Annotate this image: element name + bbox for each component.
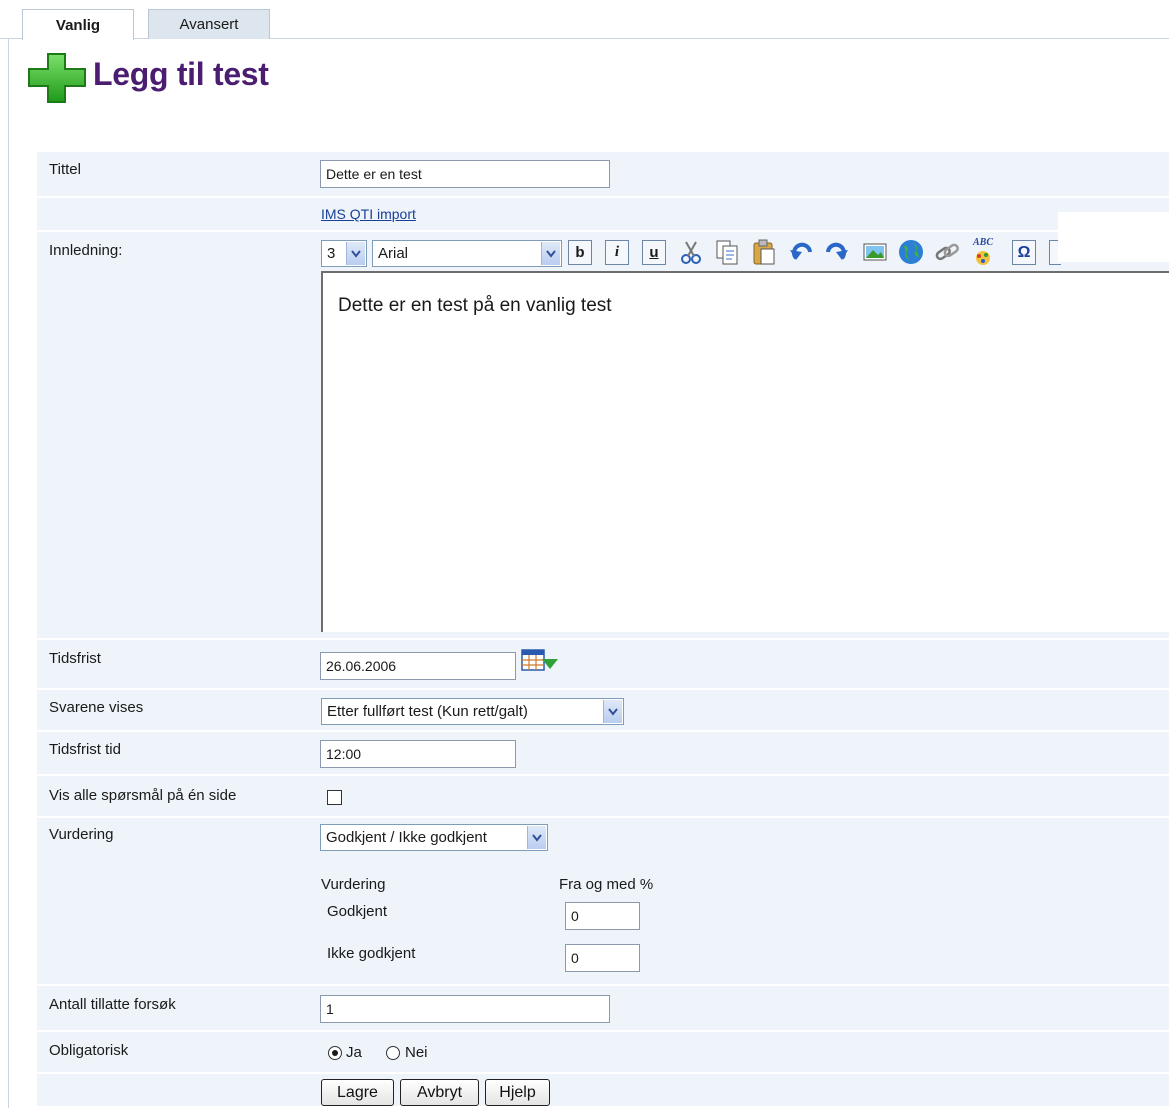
rich-text-editor[interactable]: Dette er en test på en vanlig test bbox=[321, 271, 1169, 632]
percent-col-header: Fra og med % bbox=[559, 876, 654, 893]
antall-input[interactable] bbox=[320, 995, 610, 1023]
chevron-down-icon bbox=[603, 700, 622, 723]
obligatorisk-label: Obligatorisk bbox=[49, 1042, 129, 1059]
editor-content: Dette er en test på en vanlig test bbox=[338, 295, 612, 316]
vurdering-label: Vurdering bbox=[49, 826, 114, 843]
help-button[interactable]: Hjelp bbox=[485, 1079, 550, 1106]
ikke-godkjent-percent-input[interactable] bbox=[565, 944, 640, 972]
cancel-button[interactable]: Avbryt bbox=[400, 1079, 479, 1106]
font-size-select[interactable]: 3 bbox=[321, 240, 367, 267]
godkjent-label: Godkjent bbox=[327, 903, 388, 920]
vurdering-value: Godkjent / Ikke godkjent bbox=[326, 829, 487, 846]
bold-button[interactable]: b bbox=[568, 240, 592, 265]
obligatorisk-nei-radio[interactable] bbox=[386, 1046, 400, 1060]
chevron-down-icon bbox=[541, 242, 560, 265]
vis-alle-label: Vis alle spørsmål på én side bbox=[49, 787, 237, 804]
chevron-down-icon bbox=[527, 826, 546, 849]
save-button[interactable]: Lagre bbox=[321, 1079, 394, 1106]
antall-label: Antall tillatte forsøk bbox=[49, 996, 176, 1013]
row-obligatorisk bbox=[37, 1032, 1169, 1074]
tidsfrist-input[interactable] bbox=[320, 652, 516, 680]
calendar-icon[interactable] bbox=[520, 647, 560, 675]
obligatorisk-ja-label[interactable]: Ja bbox=[346, 1044, 362, 1061]
tab-vanlig[interactable]: Vanlig bbox=[22, 9, 134, 40]
tidsfrist-tid-input[interactable] bbox=[320, 740, 516, 768]
image-icon[interactable] bbox=[861, 238, 889, 266]
underline-icon: u bbox=[649, 244, 659, 261]
vis-alle-checkbox[interactable] bbox=[327, 790, 342, 805]
row-tidsfrist-tid bbox=[37, 732, 1169, 776]
special-char-button[interactable]: Ω bbox=[1012, 240, 1036, 265]
content-left-border bbox=[8, 38, 9, 1108]
italic-button[interactable]: i bbox=[605, 240, 629, 265]
row-buttons bbox=[37, 1074, 1169, 1108]
ims-qti-import-link[interactable]: IMS QTI import bbox=[321, 206, 416, 222]
ikke-godkjent-label: Ikke godkjent bbox=[327, 945, 416, 962]
tittel-input[interactable] bbox=[320, 160, 610, 188]
copy-icon[interactable] bbox=[713, 238, 741, 266]
italic-icon: i bbox=[614, 244, 620, 260]
spellcheck-icon[interactable]: ABC bbox=[969, 236, 999, 268]
special-char-icon: Ω bbox=[1017, 243, 1031, 261]
obligatorisk-nei-label[interactable]: Nei bbox=[405, 1044, 428, 1061]
vurdering-select[interactable]: Godkjent / Ikke godkjent bbox=[320, 824, 548, 851]
obligatorisk-ja-radio[interactable] bbox=[328, 1046, 342, 1060]
globe-icon[interactable] bbox=[897, 238, 925, 266]
vurdering-col-header: Vurdering bbox=[321, 876, 386, 893]
plus-icon bbox=[28, 53, 86, 103]
svarene-value: Etter fullført test (Kun rett/galt) bbox=[327, 703, 528, 720]
chevron-down-icon bbox=[346, 242, 365, 265]
toolbar-overflow-mask bbox=[1058, 212, 1169, 262]
tidsfrist-tid-label: Tidsfrist tid bbox=[49, 741, 121, 758]
font-family-select[interactable]: Arial bbox=[372, 240, 562, 267]
row-import bbox=[37, 198, 1169, 232]
tidsfrist-label: Tidsfrist bbox=[49, 650, 101, 667]
tab-avansert[interactable]: Avansert bbox=[148, 9, 270, 39]
paste-icon[interactable] bbox=[750, 238, 778, 266]
page-title: Legg til test bbox=[93, 56, 269, 92]
undo-icon[interactable] bbox=[788, 238, 816, 266]
svarene-select[interactable]: Etter fullført test (Kun rett/galt) bbox=[321, 698, 624, 725]
redo-icon[interactable] bbox=[822, 238, 850, 266]
innledning-label: Innledning: bbox=[49, 242, 123, 259]
row-tidsfrist bbox=[37, 640, 1169, 690]
spellcheck-label: ABC bbox=[973, 237, 994, 248]
font-family-value: Arial bbox=[378, 245, 409, 262]
tittel-label: Tittel bbox=[49, 161, 81, 178]
godkjent-percent-input[interactable] bbox=[565, 902, 640, 930]
font-size-value: 3 bbox=[327, 245, 336, 262]
svarene-label: Svarene vises bbox=[49, 699, 144, 716]
link-icon[interactable] bbox=[933, 238, 961, 266]
bold-icon: b bbox=[575, 244, 585, 261]
cut-icon[interactable] bbox=[677, 238, 705, 266]
underline-button[interactable]: u bbox=[642, 240, 666, 265]
